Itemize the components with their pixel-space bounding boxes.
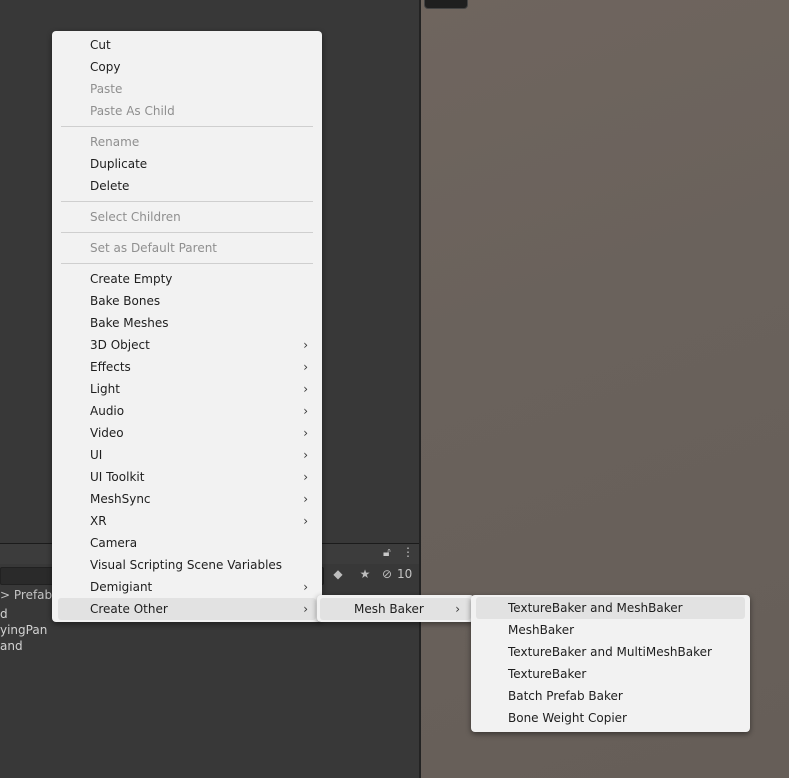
context-menu: Cut Copy Paste Paste As Child Rename Duplicat… (52, 31, 322, 622)
tag-icon[interactable]: ◆ (327, 565, 349, 584)
menu-item-bone-weight-copier[interactable]: Bone Weight Copier (471, 707, 750, 729)
menu-item-label: Visual Scripting Scene Variables (90, 558, 283, 572)
menu-item-label: Batch Prefab Baker (508, 689, 623, 703)
chevron-right-icon: › (455, 602, 460, 616)
menu-item-label: Select Children (90, 210, 181, 224)
menu-item-label: UI Toolkit (90, 470, 145, 484)
menu-item-demigiant[interactable]: Demigiant › (52, 576, 322, 598)
menu-item-label: Demigiant (90, 580, 153, 594)
menu-item-label: Mesh Baker (354, 602, 424, 616)
menu-item-label: Bake Bones (90, 294, 161, 308)
menu-item-bake-bones[interactable]: Bake Bones (52, 290, 322, 312)
chevron-right-icon: › (303, 514, 308, 528)
menu-item-label: Create Empty (90, 272, 173, 286)
menu-item-copy[interactable]: Copy (52, 56, 322, 78)
chevron-right-icon: › (303, 470, 308, 484)
menu-item-paste: Paste (52, 78, 322, 100)
menu-item-meshsync[interactable]: MeshSync › (52, 488, 322, 510)
chevron-right-icon: › (303, 404, 308, 418)
menu-item-label: Set as Default Parent (90, 241, 218, 255)
menu-item-create-empty[interactable]: Create Empty (52, 268, 322, 290)
menu-separator (61, 232, 313, 233)
menu-item-visual-scripting-scene-variables[interactable]: Visual Scripting Scene Variables (52, 554, 322, 576)
menu-item-label: Cut (90, 38, 111, 52)
menu-item-texturebaker[interactable]: TextureBaker (471, 663, 750, 685)
menu-item-batch-prefab-baker[interactable]: Batch Prefab Baker (471, 685, 750, 707)
hidden-count: 10 (397, 567, 413, 581)
menu-separator (61, 201, 313, 202)
menu-item-label: Audio (90, 404, 125, 418)
menu-item-label: TextureBaker (508, 667, 587, 681)
menu-item-xr[interactable]: XR › (52, 510, 322, 532)
scene-gizmo[interactable] (424, 0, 468, 9)
menu-item-set-as-default-parent: Set as Default Parent (52, 237, 322, 259)
menu-item-label: Paste As Child (90, 104, 175, 118)
menu-item-ui-toolkit[interactable]: UI Toolkit › (52, 466, 322, 488)
menu-item-label: Light (90, 382, 120, 396)
menu-item-3d-object[interactable]: 3D Object › (52, 334, 322, 356)
tree-item[interactable]: yingPan (0, 622, 47, 638)
menu-item-label: XR (90, 514, 107, 528)
chevron-right-icon: › (303, 448, 308, 462)
chevron-right-icon: › (303, 338, 308, 352)
eye-slash-icon[interactable]: ⊘ (380, 565, 394, 584)
menu-item-label: Paste (90, 82, 123, 96)
menu-item-label: Rename (90, 135, 140, 149)
menu-item-label: TextureBaker and MultiMeshBaker (508, 645, 712, 659)
menu-item-paste-as-child: Paste As Child (52, 100, 322, 122)
menu-item-effects[interactable]: Effects › (52, 356, 322, 378)
menu-item-texturebaker-and-multimeshbaker[interactable]: TextureBaker and MultiMeshBaker (471, 641, 750, 663)
tree-item[interactable]: and (0, 638, 23, 654)
chevron-right-icon: › (303, 602, 308, 616)
kebab-icon[interactable]: ⋮ (402, 545, 414, 559)
chevron-right-icon: › (303, 492, 308, 506)
menu-item-meshbaker[interactable]: MeshBaker (471, 619, 750, 641)
chevron-right-icon: › (303, 382, 308, 396)
menu-item-label: TextureBaker and MeshBaker (508, 601, 683, 615)
menu-item-camera[interactable]: Camera (52, 532, 322, 554)
menu-item-duplicate[interactable]: Duplicate (52, 153, 322, 175)
menu-item-label: Copy (90, 60, 121, 74)
chevron-right-icon: › (303, 580, 308, 594)
menu-item-cut[interactable]: Cut (52, 34, 322, 56)
menu-item-label: Camera (90, 536, 138, 550)
menu-item-label: Duplicate (90, 157, 148, 171)
menu-item-texturebaker-and-meshbaker[interactable]: TextureBaker and MeshBaker (476, 597, 745, 619)
menu-item-label: Bone Weight Copier (508, 711, 627, 725)
tree-item[interactable]: d (0, 606, 8, 622)
menu-item-ui[interactable]: UI › (52, 444, 322, 466)
menu-item-label: MeshBaker (508, 623, 575, 637)
menu-separator (61, 126, 313, 127)
menu-item-light[interactable]: Light › (52, 378, 322, 400)
menu-item-label: UI (90, 448, 103, 462)
menu-item-audio[interactable]: Audio › (52, 400, 322, 422)
menu-item-label: Create Other (90, 602, 168, 616)
chevron-right-icon: › (303, 426, 308, 440)
chevron-right-icon: › (303, 360, 308, 374)
lock-icon[interactable]: 🔓︎ (383, 545, 391, 560)
menu-item-label: Effects (90, 360, 131, 374)
menu-item-delete[interactable]: Delete (52, 175, 322, 197)
menu-item-label: MeshSync (90, 492, 151, 506)
menu-item-mesh-baker[interactable]: Mesh Baker › (320, 598, 471, 620)
menu-item-video[interactable]: Video › (52, 422, 322, 444)
star-icon[interactable]: ★ (354, 565, 376, 584)
menu-item-bake-meshes[interactable]: Bake Meshes (52, 312, 322, 334)
breadcrumb[interactable]: > Prefab (0, 586, 52, 604)
menu-item-label: Bake Meshes (90, 316, 169, 330)
menu-item-rename: Rename (52, 131, 322, 153)
create-other-submenu: Mesh Baker › (317, 595, 474, 622)
mesh-baker-submenu: TextureBaker and MeshBaker MeshBaker Textu… (471, 595, 750, 732)
menu-item-create-other[interactable]: Create Other › (58, 598, 316, 620)
menu-item-label: 3D Object (90, 338, 150, 352)
menu-item-select-children: Select Children (52, 206, 322, 228)
menu-item-label: Video (90, 426, 124, 440)
menu-separator (61, 263, 313, 264)
menu-item-label: Delete (90, 179, 130, 193)
